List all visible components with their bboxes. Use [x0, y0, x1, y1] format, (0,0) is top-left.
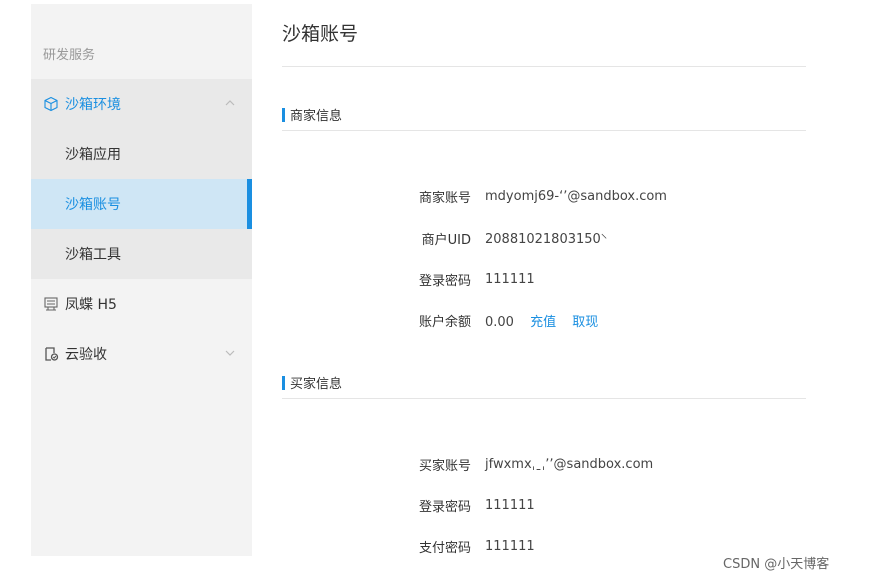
merchant-uid-row: 商户UID 20881021803150⸌ [282, 228, 806, 248]
sidebar-item-label: 沙箱应用 [65, 147, 121, 163]
sidebar-item-label: 沙箱环境 [65, 97, 121, 113]
sidebar-item-label: 凤蝶 H5 [65, 297, 117, 313]
buyer-login-password-row: 登录密码 111111 [282, 495, 806, 515]
fengdie-icon [43, 296, 59, 312]
sidebar-item-cloud-acceptance[interactable]: 云验收 [31, 329, 252, 379]
merchant-account-value: mdyomj69-ʻʼ@sandbox.com [485, 188, 667, 204]
merchant-balance-row: 账户余额 0.00 充值 取现 [282, 310, 806, 330]
section-marker [282, 107, 285, 122]
cloud-check-icon [43, 346, 59, 362]
merchant-section-title: 商家信息 [282, 105, 342, 124]
sidebar-item-sandbox-tools[interactable]: 沙箱工具 [31, 229, 252, 279]
balance-value: 0.00 [485, 314, 514, 330]
page-title: 沙箱账号 [282, 23, 359, 45]
field-label: 买家账号 [418, 458, 471, 474]
sidebar-item-sandbox-account[interactable]: 沙箱账号 [31, 179, 252, 229]
sidebar-item-sandbox-env[interactable]: 沙箱环境 [31, 79, 252, 129]
divider [282, 130, 806, 131]
field-label: 账户余额 [418, 314, 471, 330]
merchant-password-value: 111111 [485, 271, 535, 287]
sidebar-item-fengdie-h5[interactable]: 凤蝶 H5 [31, 279, 252, 329]
sidebar-item-label: 沙箱账号 [65, 197, 121, 213]
balance-value-group: 0.00 充值 取现 [485, 311, 598, 330]
chevron-down-icon [224, 347, 236, 359]
sidebar-section-label: 研发服务 [43, 48, 96, 63]
field-label: 商家账号 [418, 190, 471, 206]
section-title-text: 商家信息 [290, 109, 343, 124]
sidebar-item-sandbox-apps[interactable]: 沙箱应用 [31, 129, 252, 179]
merchant-uid-value: 20881021803150⸌ [485, 232, 608, 247]
sidebar: 研发服务 沙箱环境 沙箱应用 沙箱账号 沙箱工具 凤蝶 H5 云验收 [31, 4, 252, 556]
merchant-account-row: 商家账号 mdyomj69-ʻʼ@sandbox.com [282, 186, 806, 206]
buyer-section-title: 买家信息 [282, 373, 342, 392]
cube-icon [43, 96, 59, 112]
withdraw-link[interactable]: 取现 [572, 315, 598, 330]
merchant-password-row: 登录密码 111111 [282, 269, 806, 289]
field-label: 登录密码 [418, 273, 471, 289]
sidebar-item-label: 沙箱工具 [65, 247, 121, 263]
section-title-text: 买家信息 [290, 377, 343, 392]
divider [282, 398, 806, 399]
buyer-account-row: 买家账号 jfwxmxˌˍˌʼʼ@sandbox.com [282, 454, 806, 474]
sandbox-env-group: 沙箱环境 沙箱应用 沙箱账号 沙箱工具 [31, 79, 252, 279]
field-label: 商户UID [421, 232, 471, 248]
buyer-account-value: jfwxmxˌˍˌʼʼ@sandbox.com [485, 456, 654, 472]
field-label: 登录密码 [418, 499, 471, 515]
recharge-link[interactable]: 充值 [530, 315, 556, 330]
active-indicator [247, 179, 252, 229]
buyer-login-password-value: 111111 [485, 497, 535, 513]
divider [282, 66, 806, 67]
chevron-up-icon [224, 97, 236, 109]
watermark: CSDN @小天博客 [723, 557, 830, 572]
buyer-pay-password-value: 111111 [485, 538, 535, 554]
sidebar-item-label: 云验收 [65, 347, 107, 363]
section-marker [282, 375, 285, 390]
field-label: 支付密码 [418, 540, 471, 556]
